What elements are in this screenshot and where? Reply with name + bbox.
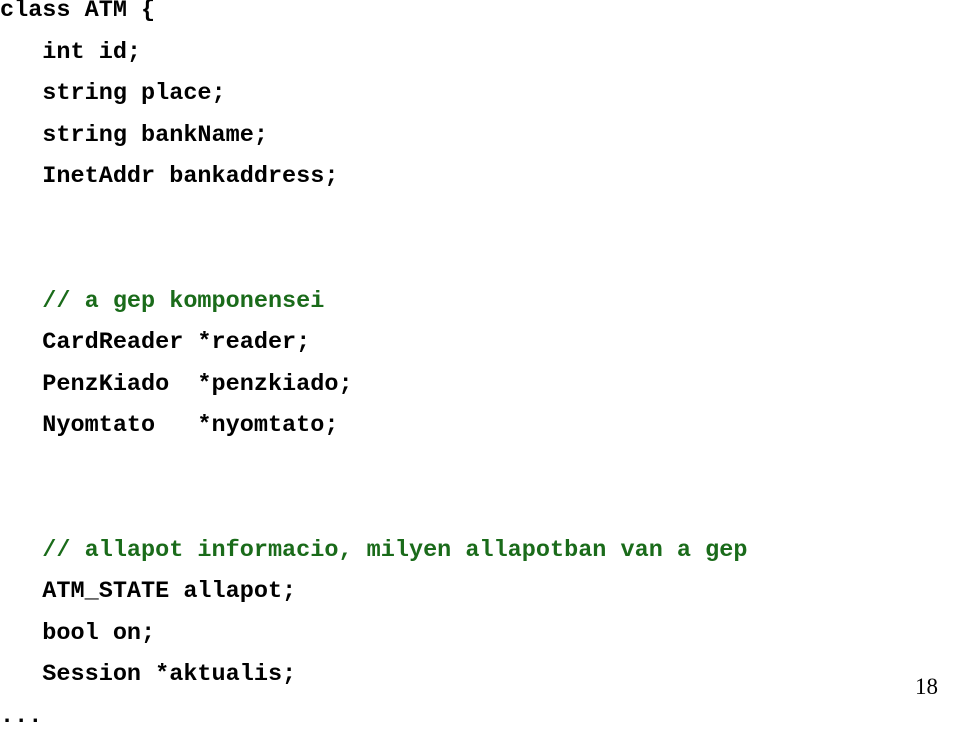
- code-comment-line: // a gep komponensei: [0, 281, 960, 323]
- code-line: Session *aktualis;: [0, 654, 960, 696]
- code-line: class ATM {: [0, 0, 960, 32]
- code-line: InetAddr bankaddress;: [0, 156, 960, 198]
- code-line: CardReader *reader;: [0, 322, 960, 364]
- code-line: Nyomtato *nyomtato;: [0, 405, 960, 447]
- slide-canvas: class ATM { int id; string place; string…: [0, 0, 960, 708]
- code-blank-line: [0, 488, 960, 530]
- code-line: ATM_STATE allapot;: [0, 571, 960, 613]
- code-line: ...: [0, 696, 960, 737]
- code-line: string bankName;: [0, 115, 960, 157]
- code-line: string place;: [0, 73, 960, 115]
- code-blank-line: [0, 198, 960, 240]
- code-listing: class ATM { int id; string place; string…: [0, 0, 960, 737]
- code-blank-line: [0, 239, 960, 281]
- code-line: int id;: [0, 32, 960, 74]
- code-line: bool on;: [0, 613, 960, 655]
- code-comment-line: // allapot informacio, milyen allapotban…: [0, 530, 960, 572]
- code-line: PenzKiado *penzkiado;: [0, 364, 960, 406]
- page-number: 18: [915, 675, 938, 698]
- code-blank-line: [0, 447, 960, 489]
